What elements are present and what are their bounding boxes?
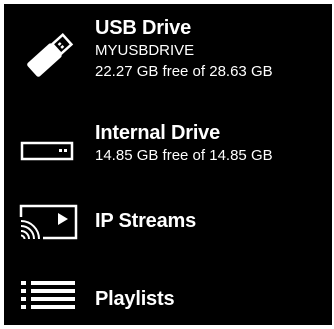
storage-location-list: USB Drive MYUSBDRIVE 22.27 GB free of 28… — [4, 4, 332, 325]
internal-drive-icon — [20, 141, 74, 161]
location-title: Playlists — [95, 288, 175, 310]
playlist-icon — [21, 281, 75, 309]
free-space-text: 22.27 GB free of 28.63 GB — [95, 63, 273, 80]
location-title: Internal Drive — [95, 122, 221, 144]
location-title: IP Streams — [95, 210, 197, 232]
location-item-internal-drive[interactable]: Internal Drive 14.85 GB free of 14.85 GB — [4, 121, 332, 181]
usb-drive-icon — [27, 33, 74, 77]
location-item-playlists[interactable]: Playlists — [4, 271, 332, 315]
location-title: USB Drive — [95, 17, 192, 39]
location-item-ip-streams[interactable]: IP Streams — [4, 198, 332, 244]
location-item-usb-drive[interactable]: USB Drive MYUSBDRIVE 22.27 GB free of 28… — [4, 16, 332, 108]
volume-label: MYUSBDRIVE — [95, 42, 195, 59]
free-space-text: 14.85 GB free of 14.85 GB — [95, 147, 273, 164]
cast-stream-icon — [19, 204, 78, 240]
